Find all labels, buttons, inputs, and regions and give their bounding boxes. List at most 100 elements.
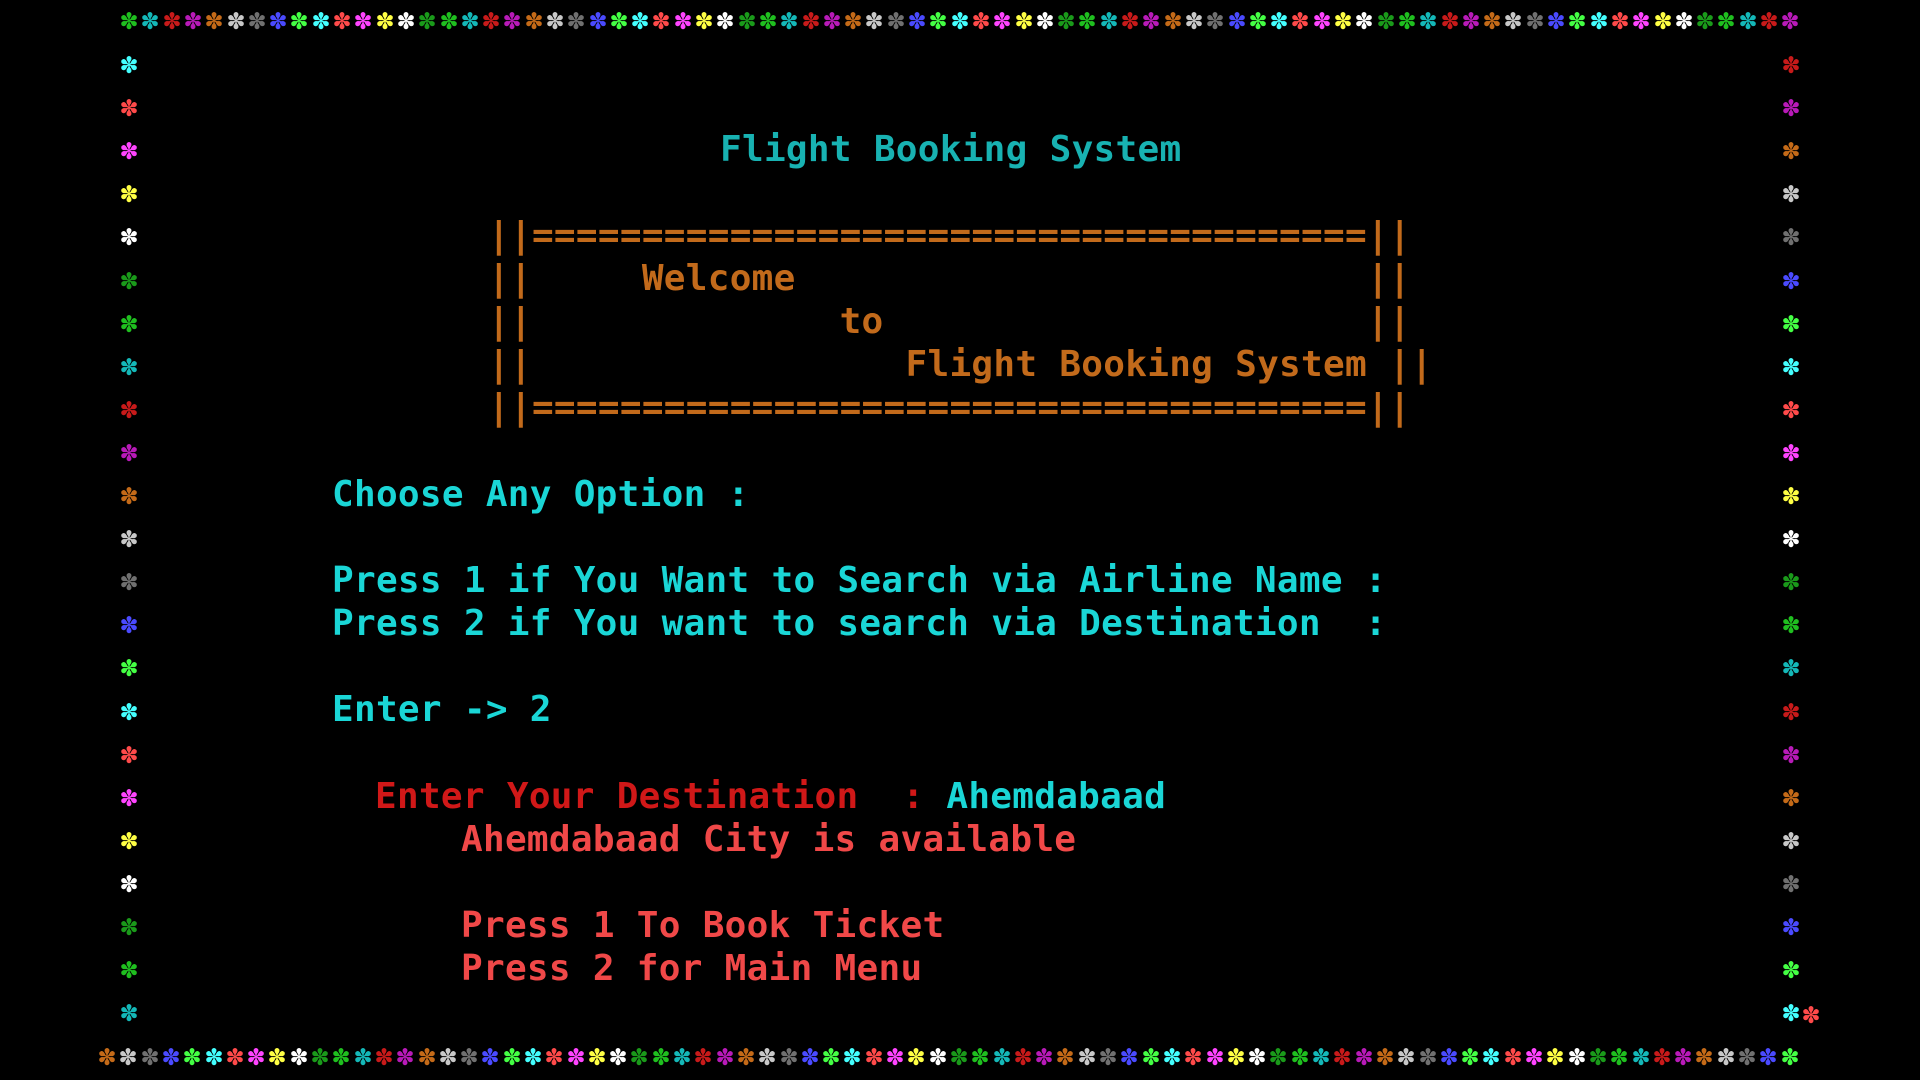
border-star-icon: ✽ [1654,3,1672,36]
border-star-icon: ✽ [780,3,798,36]
border-star-icon: ✽ [780,1039,798,1072]
border-star-icon: ✽ [1782,952,1800,985]
border-star-icon: ✽ [673,1039,691,1072]
border-star-icon: ✽ [843,1039,861,1072]
border-star-icon: ✽ [1334,3,1352,36]
border-star-icon: ✽ [1355,3,1373,36]
welcome-box-bottom-border: ||======================================… [488,387,1411,428]
border-star-icon: ✽ [1397,1039,1415,1072]
border-star-icon: ✽ [1781,3,1799,36]
border-star-icon: ✽ [716,1039,734,1072]
border-star-icon: ✽ [567,1039,585,1072]
border-star-icon: ✽ [141,3,159,36]
border-star-icon: ✽ [312,3,330,36]
border-star-icon: ✽ [1674,1039,1692,1072]
border-star-icon: ✽ [1782,909,1800,942]
border-star-icon: ✽ [652,1039,670,1072]
border-star-icon: ✽ [120,607,138,640]
border-star-icon: ✽ [801,1039,819,1072]
border-star-icon: ✽ [396,1039,414,1072]
border-star-icon: ✽ [1121,3,1139,36]
border-star-icon: ✽ [1717,1039,1735,1072]
destination-row: Enter Your Destination : Ahemdabaad [375,775,1166,818]
border-star-icon: ✽ [1269,1039,1287,1072]
border-star-icon: ✽ [120,47,138,80]
destination-input[interactable]: Ahemdabaad [946,776,1166,817]
border-star-icon: ✽ [226,1039,244,1072]
welcome-box-line-system: || Flight Booking System || [488,344,1433,385]
border-star-icon: ✽ [120,478,138,511]
border-star-icon: ✽ [1120,1039,1138,1072]
border-star-icon: ✽ [354,1039,372,1072]
border-star-icon: ✽ [1291,3,1309,36]
border-star-icon: ✽ [759,3,777,36]
border-star-icon: ✽ [227,3,245,36]
border-star-icon: ✽ [1163,1039,1181,1072]
border-star-icon: ✽ [141,1039,159,1072]
book-ticket-option[interactable]: Press 1 To Book Ticket [461,904,944,947]
border-star-icon: ✽ [163,3,181,36]
border-star-icon: ✽ [1355,1039,1373,1072]
border-star-icon: ✽ [162,1039,180,1072]
border-star-icon: ✽ [1419,3,1437,36]
border-star-icon: ✽ [1738,1039,1756,1072]
border-star-icon: ✽ [503,1039,521,1072]
border-star-icon: ✽ [1270,3,1288,36]
border-star-icon: ✽ [1781,1039,1799,1072]
terminal-screen: ✽ ✽ ✽ ✽ ✽ ✽ ✽ ✽ ✽ ✽ ✽ ✽ ✽ ✽ ✽ ✽ ✽ ✽ ✽ ✽ ✽ ✽ ✽ ✽ ✽ ✽ ✽ ✽ ✽ ✽ ✽ ✽ ✽ ✽ ✽ ✽ ✽ ✽ ✽ ✽… [0,0,1920,1080]
border-star-icon: ✽ [1782,607,1800,640]
border-star-icon: ✽ [1483,3,1501,36]
border-star-icon: ✽ [120,90,138,123]
border-star-icon: ✽ [1377,3,1395,36]
border-star-icon: ✽ [1504,1039,1522,1072]
border-star-icon: ✽ [120,952,138,985]
border-star-icon: ✽ [120,263,138,296]
border-star-icon: ✽ [248,3,266,36]
border-star-icon: ✽ [716,3,734,36]
border-star-icon: ✽ [1227,1039,1245,1072]
border-star-icon: ✽ [1313,3,1331,36]
welcome-box-top-border: ||======================================… [488,215,1411,256]
border-star-icon: ✽ [1782,478,1800,511]
border-star-icon: ✽ [1440,1039,1458,1072]
border-star-icon: ✽ [1462,3,1480,36]
menu-option-airline[interactable]: Press 1 if You Want to Search via Airlin… [332,559,1387,602]
border-star-icon: ✽ [887,3,905,36]
border-star-icon: ✽ [120,650,138,683]
border-star-icon: ✽ [951,3,969,36]
border-star-icon: ✽ [610,3,628,36]
border-star-icon: ✽ [1759,1039,1777,1072]
border-star-icon: ✽ [120,521,138,554]
border-star-icon: ✽ [1376,1039,1394,1072]
border-star-icon: ✽ [247,1039,265,1072]
border-star-icon: ✽ [1526,3,1544,36]
border-star-icon: ✽ [1248,1039,1266,1072]
border-star-icon: ✽ [1546,1039,1564,1072]
border-star-icon: ✽ [1142,1039,1160,1072]
border-star-icon: ✽ [1590,3,1608,36]
border-star-icon: ✽ [1014,1039,1032,1072]
border-star-icon: ✽ [738,3,756,36]
border-star-icon: ✽ [333,3,351,36]
menu-entry-input[interactable]: Enter -> 2 [332,688,552,731]
menu-option-destination[interactable]: Press 2 if You want to search via Destin… [332,602,1387,645]
border-star-icon: ✽ [1610,1039,1628,1072]
border-star-icon: ✽ [1206,3,1224,36]
border-star-icon: ✽ [1632,3,1650,36]
border-star-icon: ✽ [1782,823,1800,856]
border-star-icon: ✽ [1611,3,1629,36]
border-star-icon: ✽ [1568,3,1586,36]
border-star-icon: ✽ [929,1039,947,1072]
border-star-icon: ✽ [1035,1039,1053,1072]
main-menu-option[interactable]: Press 2 for Main Menu [461,947,922,990]
border-star-icon: ✽ [354,3,372,36]
border-star-icon: ✽ [1461,1039,1479,1072]
border-star-icon: ✽ [886,1039,904,1072]
border-star-icon: ✽ [1525,1039,1543,1072]
border-star-icon: ✽ [1782,133,1800,166]
border-star-icon: ✽ [290,3,308,36]
border-star-icon: ✽ [205,3,223,36]
border-star-icon: ✽ [694,1039,712,1072]
border-star-icon: ✽ [567,3,585,36]
border-star-icon: ✽ [120,823,138,856]
